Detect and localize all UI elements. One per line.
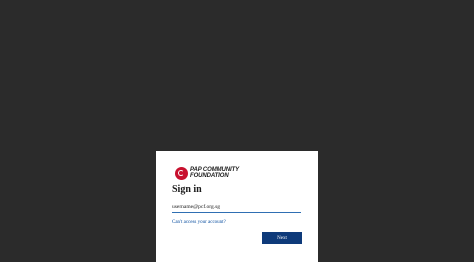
signin-title: Sign in — [172, 184, 202, 195]
next-button[interactable]: Next — [262, 232, 302, 244]
page-background: PAP COMMUNITY FOUNDATION Sign in Can't a… — [0, 0, 474, 262]
pcf-logo-text: PAP COMMUNITY FOUNDATION — [190, 167, 239, 179]
cant-access-account-link[interactable]: Can't access your account? — [172, 220, 226, 226]
signin-card: PAP COMMUNITY FOUNDATION Sign in Can't a… — [156, 151, 318, 262]
username-input[interactable] — [172, 201, 301, 213]
pcf-logo-icon — [175, 166, 188, 180]
pcf-logo: PAP COMMUNITY FOUNDATION — [175, 166, 239, 180]
logo-line-2: FOUNDATION — [190, 173, 229, 179]
